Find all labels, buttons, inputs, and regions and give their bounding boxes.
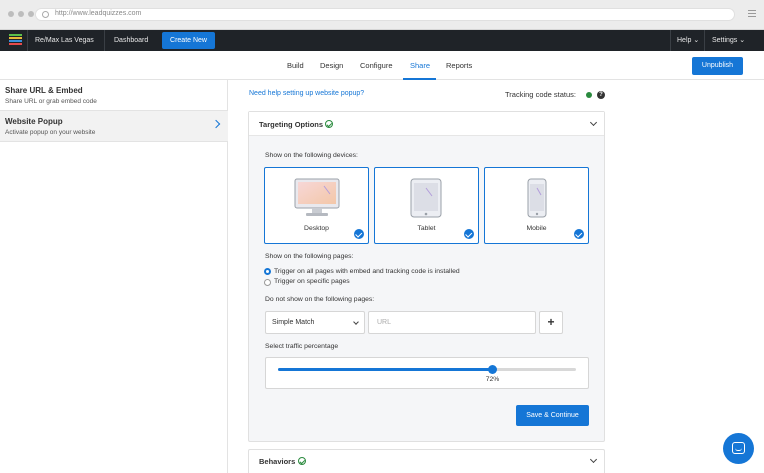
address-bar[interactable]: http://www.leadquizzes.com xyxy=(35,8,735,21)
browser-toolbar: http://www.leadquizzes.com xyxy=(0,0,764,30)
popup-help-link[interactable]: Need help setting up website popup? xyxy=(249,90,364,97)
behaviors-panel-header[interactable]: Behaviors xyxy=(248,449,605,473)
devices-label: Show on the following devices: xyxy=(265,152,358,159)
tab-share[interactable]: Share xyxy=(410,61,430,70)
nav-divider xyxy=(704,30,705,51)
check-icon xyxy=(574,229,584,239)
mobile-icon xyxy=(527,178,547,218)
traffic-slider-fill xyxy=(278,368,493,371)
browser-menu-icon[interactable] xyxy=(748,10,756,18)
app-logo-icon[interactable] xyxy=(9,34,22,46)
desktop-icon xyxy=(294,178,340,216)
device-name: Desktop xyxy=(304,225,329,232)
tablet-icon xyxy=(410,178,442,218)
chevron-down-icon xyxy=(353,319,359,325)
create-new-button[interactable]: Create New xyxy=(162,32,215,49)
window-controls xyxy=(8,11,34,17)
settings-menu-label: Settings xyxy=(712,37,738,44)
device-name: Mobile xyxy=(526,225,547,232)
sidebar-item-website-popup[interactable]: Website Popup Activate popup on your web… xyxy=(0,111,228,142)
pages-label: Show on the following pages: xyxy=(265,253,354,260)
match-type-select[interactable]: Simple Match xyxy=(265,311,365,334)
address-url[interactable]: http://www.leadquizzes.com xyxy=(55,10,141,17)
targeting-options-header[interactable]: Targeting Options xyxy=(249,112,604,136)
specific-pages-option-label[interactable]: Trigger on specific pages xyxy=(274,278,350,285)
check-icon xyxy=(354,229,364,239)
save-continue-button[interactable]: Save & Continue xyxy=(516,405,589,426)
device-name: Tablet xyxy=(417,225,436,232)
panel-title: Targeting Options xyxy=(259,120,324,129)
specific-pages-radio[interactable] xyxy=(264,279,271,286)
match-type-value: Simple Match xyxy=(272,319,315,326)
add-url-button[interactable]: + xyxy=(539,311,563,334)
status-indicator-icon xyxy=(586,92,592,98)
chevron-right-icon xyxy=(211,119,221,129)
chevron-down-icon: ⌄ xyxy=(739,37,746,44)
chevron-down-icon[interactable] xyxy=(589,118,598,127)
nav-divider xyxy=(27,30,28,51)
device-card-mobile[interactable]: Mobile xyxy=(484,167,589,244)
exclude-pages-label: Do not show on the following pages: xyxy=(265,296,375,303)
targeting-options-panel: Targeting Options xyxy=(248,111,605,442)
minimize-window-dot[interactable] xyxy=(18,11,24,17)
traffic-slider-container: 72% xyxy=(265,357,589,389)
check-icon xyxy=(464,229,474,239)
tracking-status-label: Tracking code status: xyxy=(505,90,577,99)
tab-configure[interactable]: Configure xyxy=(360,61,393,70)
close-window-dot[interactable] xyxy=(8,11,14,17)
exclude-url-input[interactable] xyxy=(368,311,536,334)
chat-launcher-button[interactable] xyxy=(723,433,754,464)
sidebar-item-share-url[interactable]: Share URL & Embed Share URL or grab embe… xyxy=(0,80,228,111)
share-sidebar: Share URL & Embed Share URL or grab embe… xyxy=(0,80,228,473)
traffic-percentage-value: 72% xyxy=(485,376,500,383)
nav-divider xyxy=(670,30,671,51)
tab-design[interactable]: Design xyxy=(320,61,343,70)
active-tab-indicator xyxy=(403,78,436,80)
panel-title: Behaviors xyxy=(259,457,296,466)
tab-reports[interactable]: Reports xyxy=(446,61,472,70)
help-menu[interactable]: Help ⌄ xyxy=(677,30,699,51)
unpublish-button[interactable]: Unpublish xyxy=(692,57,743,75)
nav-divider xyxy=(104,30,105,51)
device-card-desktop[interactable]: Desktop xyxy=(264,167,369,244)
chevron-down-icon[interactable] xyxy=(589,455,598,464)
settings-menu[interactable]: Settings ⌄ xyxy=(712,30,745,51)
check-circle-icon xyxy=(298,457,306,465)
device-card-tablet[interactable]: Tablet xyxy=(374,167,479,244)
all-pages-option-label[interactable]: Trigger on all pages with embed and trac… xyxy=(274,268,460,275)
help-menu-label: Help xyxy=(677,37,692,44)
all-pages-radio[interactable] xyxy=(264,268,271,275)
traffic-slider-handle[interactable] xyxy=(488,365,498,374)
sidebar-item-subtitle: Share URL or grab embed code xyxy=(5,98,97,105)
app-navbar: Re/Max Las Vegas Dashboard Create New He… xyxy=(0,30,764,51)
sidebar-item-subtitle: Activate popup on your website xyxy=(5,129,96,136)
sidebar-item-title: Share URL & Embed xyxy=(5,86,83,95)
help-icon[interactable]: ? xyxy=(597,91,605,99)
traffic-slider-track[interactable] xyxy=(278,365,576,374)
workspace-name[interactable]: Re/Max Las Vegas xyxy=(35,30,94,51)
builder-tabs: Build Design Configure Share Reports Unp… xyxy=(0,51,764,80)
traffic-percentage-label: Select traffic percentage xyxy=(265,343,339,350)
zoom-window-dot[interactable] xyxy=(28,11,34,17)
check-circle-icon xyxy=(325,120,333,128)
site-info-icon[interactable] xyxy=(42,11,49,18)
chevron-down-icon: ⌄ xyxy=(693,37,700,44)
tab-build[interactable]: Build xyxy=(287,61,304,70)
sidebar-item-title: Website Popup xyxy=(5,117,63,126)
dashboard-link[interactable]: Dashboard xyxy=(114,30,148,51)
